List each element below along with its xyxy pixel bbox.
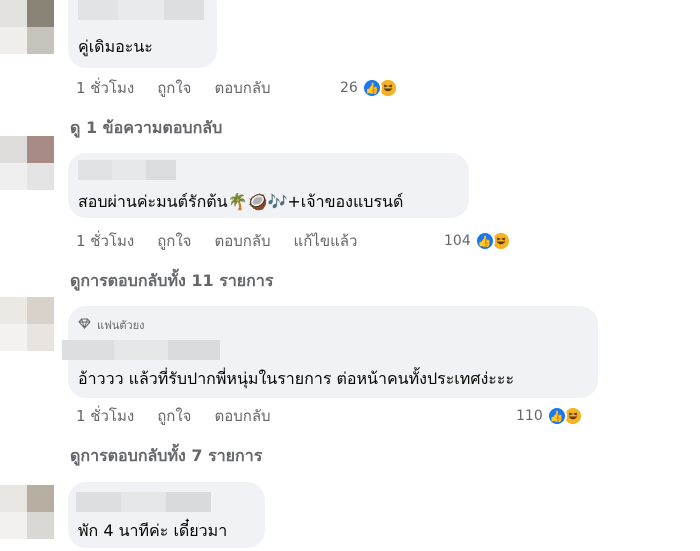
reaction-count: 104 — [444, 233, 471, 249]
reply-button[interactable]: ตอบกลับ — [214, 404, 270, 428]
timestamp-link[interactable]: 1 ชั่วโมง — [76, 229, 134, 253]
like-button[interactable]: ถูกใจ — [157, 76, 191, 100]
comment-text: สอบผ่านค่ะมนต์รักต้น🌴🥥🎶+เจ้าของแบรนด์ — [78, 192, 404, 211]
comment-bubble: คู่เดิมอะนะ — [68, 0, 217, 68]
author-name-redacted[interactable] — [78, 0, 204, 20]
reply-button[interactable]: ตอบกลับ — [214, 76, 270, 100]
comment-actions: 1 ชั่วโมง ถูกใจ ตอบกลับ แก้ไขแล้ว — [76, 231, 380, 251]
avatar[interactable] — [0, 136, 54, 190]
avatar[interactable] — [0, 297, 54, 351]
author-name-redacted[interactable] — [78, 160, 176, 180]
badge-label: แฟนตัวยง — [97, 319, 145, 332]
view-replies-link[interactable]: ดู 1 ข้อความตอบกลับ — [70, 116, 222, 141]
avatar[interactable] — [0, 0, 54, 54]
diamond-badge-icon — [78, 318, 91, 332]
comment-bubble: แฟนตัวยง อ้าววว แล้วที่รับปากพี่หนุ่มในร… — [62, 306, 598, 398]
reaction-summary[interactable]: 104 👍 — [444, 231, 511, 251]
comment-bubble: สอบผ่านค่ะมนต์รักต้น🌴🥥🎶+เจ้าของแบรนด์ — [68, 153, 469, 218]
timestamp-link[interactable]: 1 ชั่วโมง — [76, 404, 134, 428]
view-replies-link[interactable]: ดูการตอบกลับทั้ง 7 รายการ — [70, 444, 262, 469]
like-reaction-icon: 👍 — [361, 78, 382, 98]
comment-bubble: พัก 4 นาทีค่ะ เดี๋ยวมา — [68, 482, 265, 548]
comment-actions: 1 ชั่วโมง ถูกใจ ตอบกลับ — [76, 78, 294, 98]
comment-actions: 1 ชั่วโมง ถูกใจ ตอบกลับ — [76, 406, 294, 426]
top-fan-badge: แฟนตัวยง — [78, 316, 145, 334]
author-name-redacted[interactable] — [62, 340, 220, 360]
like-button[interactable]: ถูกใจ — [157, 404, 191, 428]
reaction-count: 110 — [516, 408, 543, 424]
timestamp-link[interactable]: 1 ชั่วโมง — [76, 76, 134, 100]
reaction-count: 26 — [340, 80, 358, 96]
like-reaction-icon: 👍 — [474, 231, 495, 251]
comment-text: อ้าววว แล้วที่รับปากพี่หนุ่มในรายการ ต่อ… — [78, 369, 515, 388]
reaction-summary[interactable]: 26 👍 — [340, 78, 398, 98]
reply-button[interactable]: ตอบกลับ — [214, 229, 270, 253]
edited-label: แก้ไขแล้ว — [293, 232, 358, 250]
author-name-redacted[interactable] — [76, 492, 211, 512]
like-reaction-icon: 👍 — [546, 406, 567, 426]
view-replies-link[interactable]: ดูการตอบกลับทั้ง 11 รายการ — [70, 269, 273, 294]
reaction-summary[interactable]: 110 👍 — [516, 406, 583, 426]
comment-text: คู่เดิมอะนะ — [78, 37, 153, 56]
comment-text: พัก 4 นาทีค่ะ เดี๋ยวมา — [78, 521, 228, 540]
like-button[interactable]: ถูกใจ — [157, 229, 191, 253]
avatar[interactable] — [0, 485, 54, 539]
